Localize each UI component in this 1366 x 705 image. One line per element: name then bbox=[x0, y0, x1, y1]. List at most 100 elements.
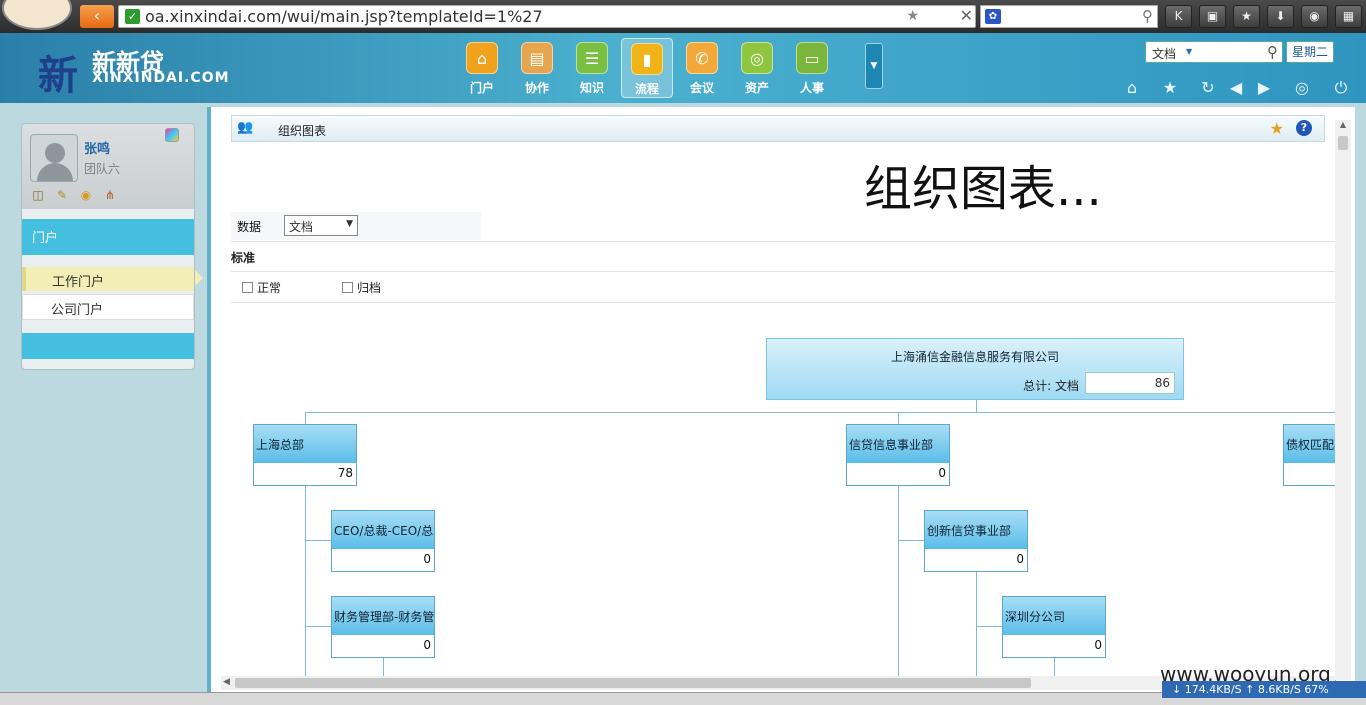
search-icon[interactable]: ⚲ bbox=[1267, 43, 1278, 61]
connector-line bbox=[898, 540, 924, 541]
browser-avatar[interactable] bbox=[2, 0, 72, 30]
nav-portal[interactable]: ⌂ 门户 bbox=[456, 38, 508, 98]
chevron-down-icon: ▼ bbox=[346, 219, 353, 229]
back-tool-icon[interactable]: ◀ bbox=[1226, 78, 1246, 98]
org-node-name: CEO/总裁-CEO/总裁 bbox=[332, 511, 434, 549]
avatar[interactable] bbox=[30, 134, 78, 182]
org-node-name: 上海涌信金融信息服务有限公司 bbox=[890, 350, 1059, 364]
sidebar-item-company-portal[interactable]: 公司门户 bbox=[22, 294, 194, 320]
user-team: 团队六 bbox=[84, 162, 121, 176]
refresh-tool-icon[interactable]: ↻ bbox=[1198, 78, 1218, 98]
k-button[interactable]: K bbox=[1165, 5, 1192, 28]
section-portal-title[interactable]: 门户 bbox=[22, 219, 194, 255]
connector-line bbox=[305, 626, 331, 627]
book-icon[interactable]: ◫ bbox=[30, 188, 46, 202]
scroll-thumb[interactable] bbox=[1338, 136, 1348, 150]
chevron-down-icon[interactable]: ▼ bbox=[1186, 47, 1192, 56]
lock-user-icon[interactable]: ◉ bbox=[78, 188, 94, 202]
chart-heading: 组织图表... bbox=[864, 161, 1102, 217]
search-engine-box[interactable]: ✿ ⚲ bbox=[980, 5, 1158, 28]
favorite-tool-icon[interactable]: ★ bbox=[1160, 78, 1180, 98]
checkbox-normal[interactable]: 正常 bbox=[242, 279, 281, 296]
left-panel: 张鸣 团队六 ◫ ✎ ◉ ⋔ 门户 工作门户 公司门户 bbox=[21, 123, 195, 370]
active-arrow-icon bbox=[195, 270, 203, 286]
logo-text-en: XINXINDAI.COM bbox=[92, 70, 230, 86]
divider bbox=[231, 241, 1339, 242]
power-tool-icon[interactable]: ⏻ bbox=[1331, 78, 1351, 98]
org-node-name: 财务管理部-财务管... bbox=[332, 597, 434, 635]
coins-icon: ◎ bbox=[741, 42, 773, 74]
nav-assets[interactable]: ◎ 资产 bbox=[731, 38, 783, 98]
lock-icon[interactable]: ▣ bbox=[1199, 5, 1226, 28]
user-name[interactable]: 张鸣 bbox=[84, 138, 110, 157]
checkbox-label: 归档 bbox=[357, 281, 382, 295]
connector-line bbox=[976, 626, 1002, 627]
forward-tool-icon[interactable]: ▶ bbox=[1254, 78, 1274, 98]
header-search-box[interactable]: 文档 ▼ ⚲ bbox=[1145, 41, 1283, 63]
favorite-icon[interactable]: ★ bbox=[1270, 119, 1284, 138]
bookmark-star-icon[interactable]: ★ bbox=[906, 8, 919, 24]
window-icon: ▭ bbox=[796, 42, 828, 74]
weekday-label: 星期二 bbox=[1286, 41, 1334, 63]
search-type-select[interactable]: 文档 bbox=[1152, 45, 1176, 62]
connector-line bbox=[976, 400, 977, 412]
help-icon[interactable]: ? bbox=[1296, 120, 1312, 136]
sidebar-item-work-portal[interactable]: 工作门户 bbox=[22, 267, 194, 291]
divider bbox=[231, 271, 1339, 272]
paw-icon[interactable]: ✿ bbox=[985, 9, 1001, 24]
scroll-up-icon[interactable]: ▲ bbox=[1335, 120, 1351, 134]
org-node[interactable]: 财务管理部-财务管... 0 bbox=[331, 596, 435, 658]
org-node[interactable]: 信贷信息事业部 0 bbox=[846, 424, 950, 486]
gamepad-icon[interactable]: ◉ bbox=[1301, 5, 1328, 28]
org-icon[interactable]: ⋔ bbox=[102, 188, 118, 202]
grid-icon[interactable]: ▦ bbox=[1335, 5, 1362, 28]
settings-tool-icon[interactable]: ◎ bbox=[1292, 78, 1312, 98]
org-node-value: 0 bbox=[1094, 638, 1102, 652]
home-tool-icon[interactable]: ⌂ bbox=[1122, 78, 1142, 98]
stop-icon[interactable]: ✕ bbox=[960, 6, 973, 25]
org-node-name: 创新信贷事业部 bbox=[925, 511, 1027, 549]
checkbox-square[interactable] bbox=[342, 282, 353, 293]
org-node-value bbox=[1284, 463, 1342, 485]
url-text[interactable]: oa.xinxindai.com/wui/main.jsp?templateId… bbox=[145, 7, 543, 26]
connector-line bbox=[976, 572, 977, 687]
search-icon[interactable]: ⚲ bbox=[1142, 7, 1153, 25]
nav-collaboration[interactable]: ▤ 协作 bbox=[511, 38, 563, 98]
org-node-name: 上海总部 bbox=[254, 425, 356, 463]
nav-knowledge[interactable]: ☰ 知识 bbox=[566, 38, 618, 98]
title-bar: 👥 组织图表 ★ ? bbox=[231, 115, 1325, 142]
nav-hr[interactable]: ▭ 人事 bbox=[786, 38, 838, 98]
section-bar[interactable] bbox=[22, 333, 194, 359]
org-root-node[interactable]: 上海涌信金融信息服务有限公司 总计: 文档 86 bbox=[766, 338, 1184, 400]
checkbox-square[interactable] bbox=[242, 282, 253, 293]
vertical-scrollbar[interactable]: ▲ bbox=[1335, 120, 1351, 680]
nav-more-dropdown[interactable]: ▼ bbox=[865, 43, 883, 89]
scroll-thumb[interactable] bbox=[235, 678, 1031, 688]
nav-workflow[interactable]: ▮ 流程 bbox=[621, 38, 673, 98]
scroll-left-icon[interactable]: ◀ bbox=[223, 677, 230, 687]
org-node-value: 78 bbox=[337, 466, 353, 480]
star-icon[interactable]: ★ bbox=[1233, 5, 1260, 28]
zoom-level[interactable]: 67% bbox=[1304, 683, 1328, 696]
org-node[interactable]: CEO/总裁-CEO/总裁 0 bbox=[331, 510, 435, 572]
org-node[interactable]: 深圳分公司 0 bbox=[1002, 596, 1106, 658]
logo-mark: 新 bbox=[38, 52, 78, 99]
org-node[interactable]: 债权匹配事 bbox=[1283, 424, 1343, 486]
data-select-value: 文档 bbox=[289, 220, 314, 234]
theme-icon[interactable] bbox=[165, 128, 179, 142]
page-title: 组织图表 bbox=[278, 124, 327, 138]
connector-line bbox=[898, 412, 899, 424]
org-node[interactable]: 创新信贷事业部 0 bbox=[924, 510, 1028, 572]
network-speed: ↓ 174.4KB/S ↑ 8.6KB/S 67% bbox=[1162, 681, 1366, 698]
note-icon[interactable]: ✎ bbox=[54, 188, 70, 202]
speed-text: ↓ 174.4KB/S ↑ 8.6KB/S bbox=[1172, 683, 1301, 696]
checkbox-archived[interactable]: 归档 bbox=[342, 279, 381, 296]
nav-meeting[interactable]: ✆ 会议 bbox=[676, 38, 728, 98]
org-node-value: 0 bbox=[938, 466, 946, 480]
download-icon[interactable]: ⬇ bbox=[1267, 5, 1294, 28]
data-select[interactable]: 文档 ▼ bbox=[284, 215, 358, 236]
org-node-name: 深圳分公司 bbox=[1003, 597, 1105, 635]
back-button[interactable]: ‹ bbox=[80, 5, 114, 28]
org-node[interactable]: 上海总部 78 bbox=[253, 424, 357, 486]
address-bar[interactable]: ✓ oa.xinxindai.com/wui/main.jsp?template… bbox=[118, 5, 976, 28]
